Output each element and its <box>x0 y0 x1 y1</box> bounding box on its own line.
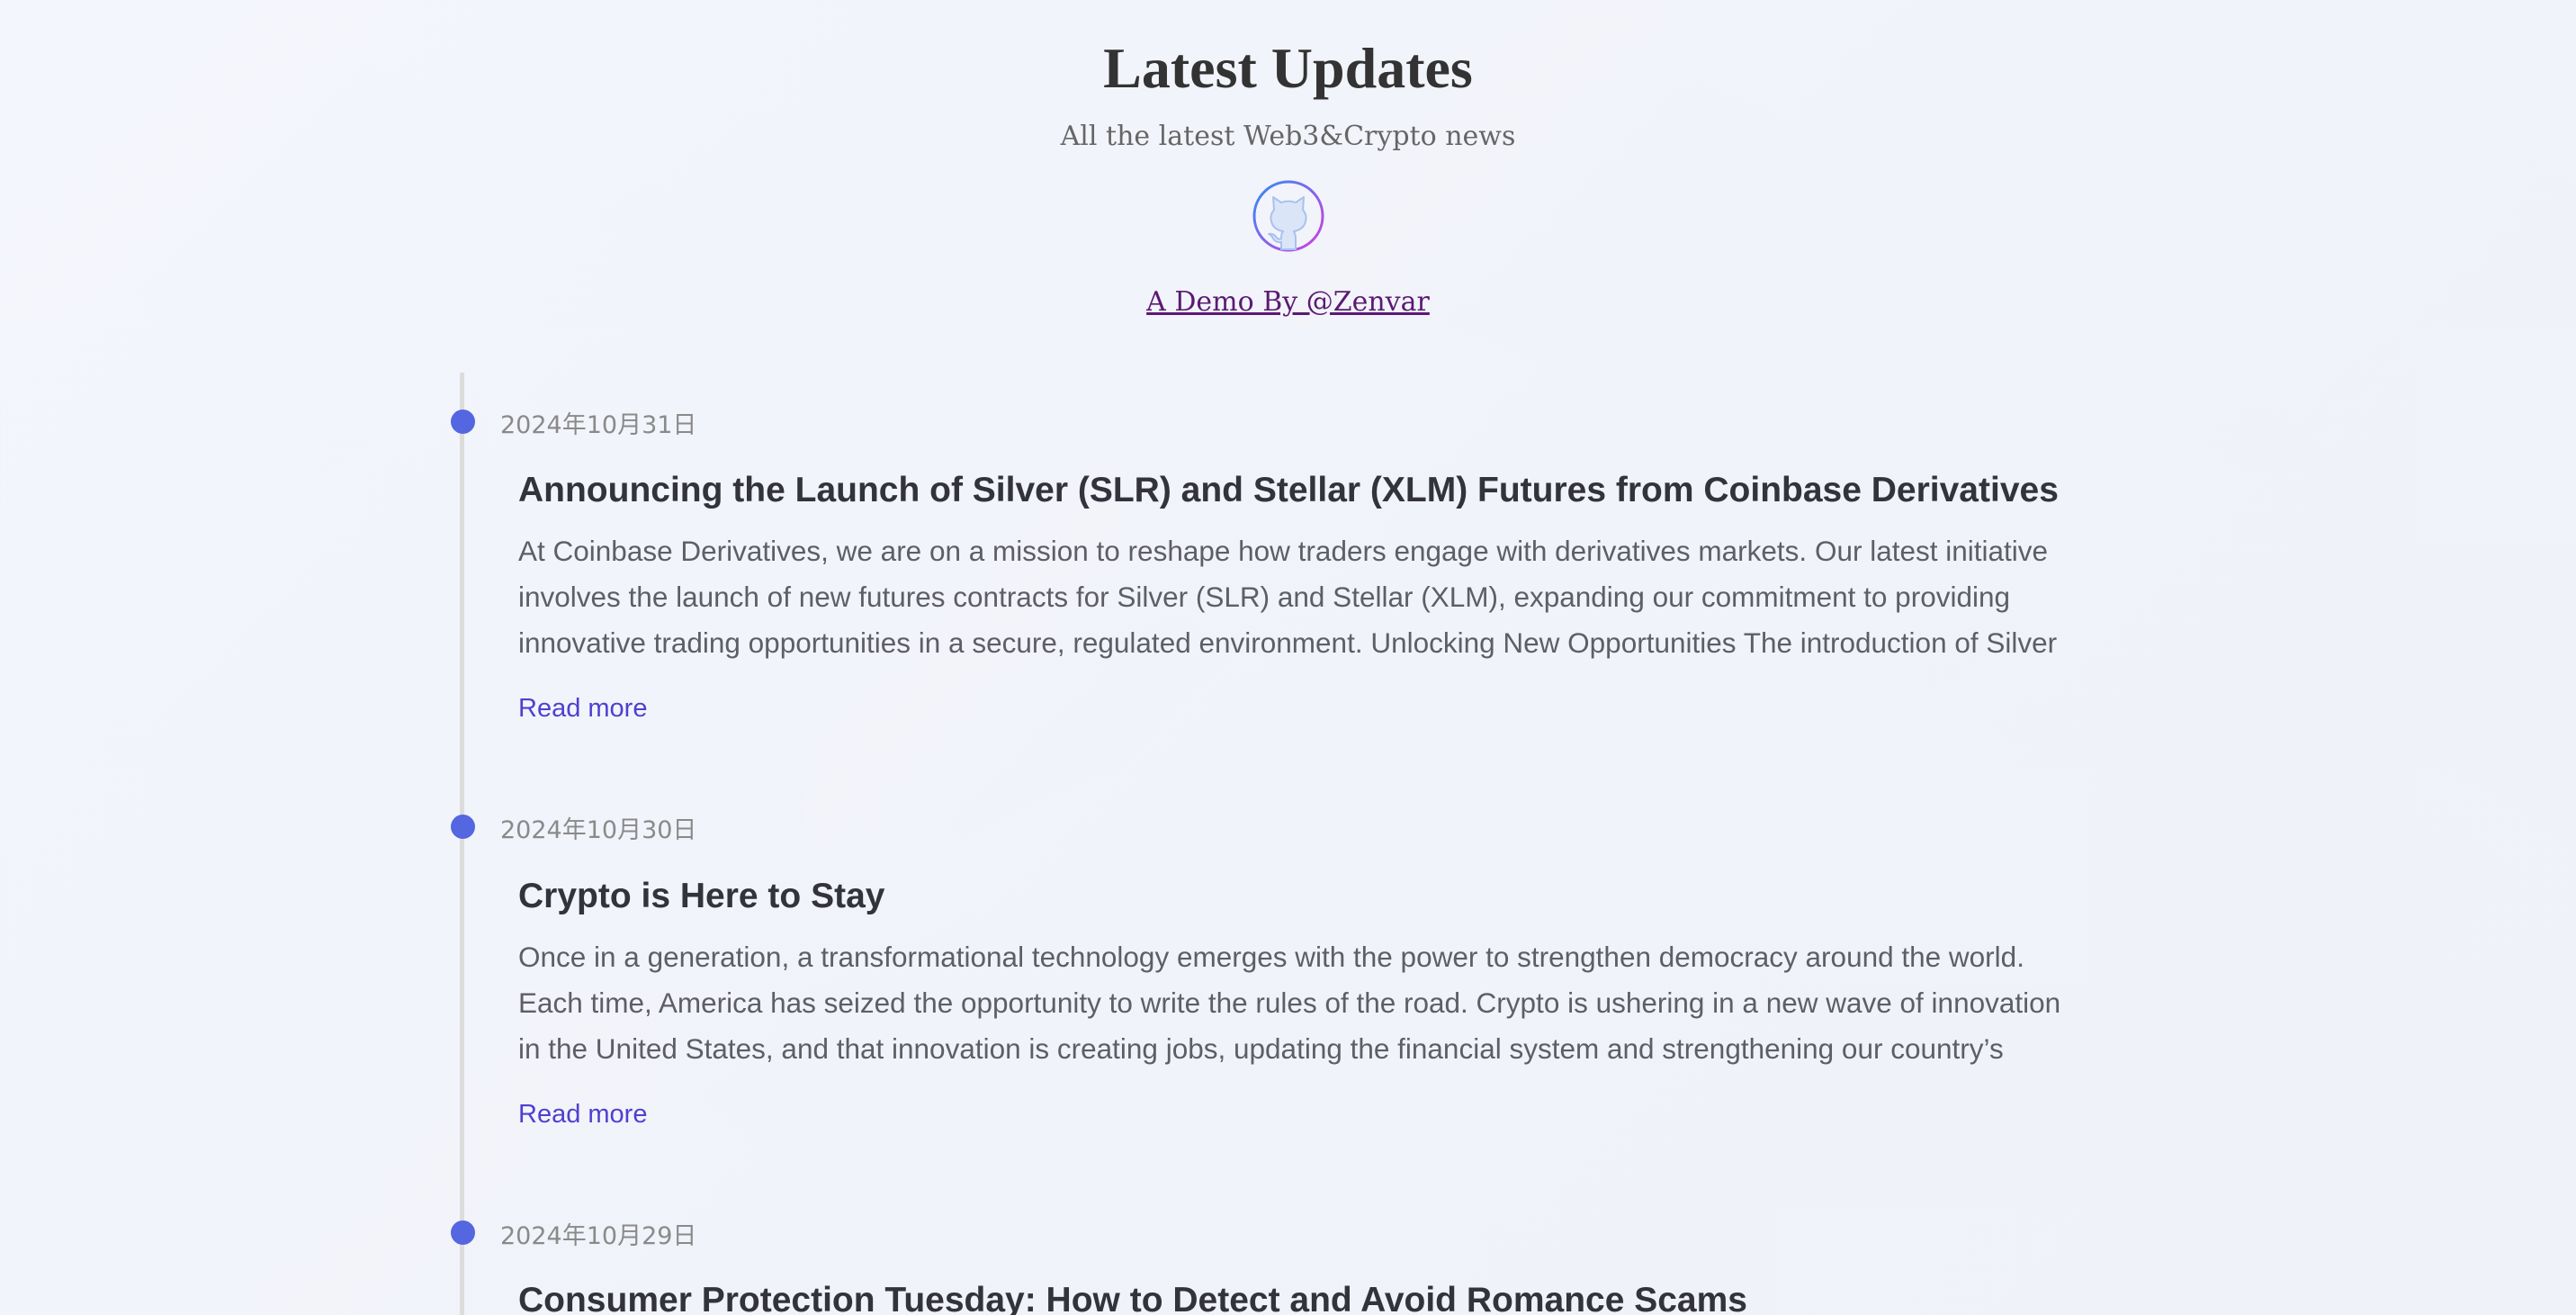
post-excerpt: At Coinbase Derivatives, we are on a mis… <box>518 528 2097 666</box>
post-title[interactable]: Announcing the Launch of Silver (SLR) an… <box>518 468 2102 513</box>
post-title[interactable]: Crypto is Here to Stay <box>518 874 2102 919</box>
post-date: 2024年10月29日 <box>500 1222 697 1250</box>
demo-link[interactable]: A Demo By @Zenvar <box>1146 286 1430 318</box>
post-excerpt-line: involves the launch of new futures contr… <box>518 581 2011 613</box>
post-excerpt: Once in a generation, a transformational… <box>518 934 2097 1072</box>
timeline-dot <box>451 815 475 839</box>
read-more-link[interactable]: Read more <box>518 1096 647 1132</box>
read-more-link[interactable]: Read more <box>518 690 647 726</box>
post-excerpt-line: Each time, America has seized the opport… <box>518 986 2061 1019</box>
post-title[interactable]: Consumer Protection Tuesday: How to Dete… <box>518 1278 2102 1315</box>
page-title: Latest Updates <box>1103 36 1473 100</box>
page-subtitle: All the latest Web3&Crypto news <box>1060 121 1516 152</box>
post-excerpt-line: Once in a generation, a transformational… <box>518 941 2024 973</box>
post-excerpt-line: innovative trading opportunities in a se… <box>518 626 2058 659</box>
post-date: 2024年10月30日 <box>500 816 697 844</box>
post-excerpt-line: in the United States, and that innovatio… <box>518 1032 2004 1065</box>
timeline-line <box>460 373 464 1315</box>
timeline-dot <box>451 410 475 434</box>
post-date: 2024年10月31日 <box>500 411 697 439</box>
timeline-dot <box>451 1220 475 1245</box>
github-icon[interactable] <box>1252 179 1325 253</box>
post-excerpt-line: At Coinbase Derivatives, we are on a mis… <box>518 535 2049 567</box>
